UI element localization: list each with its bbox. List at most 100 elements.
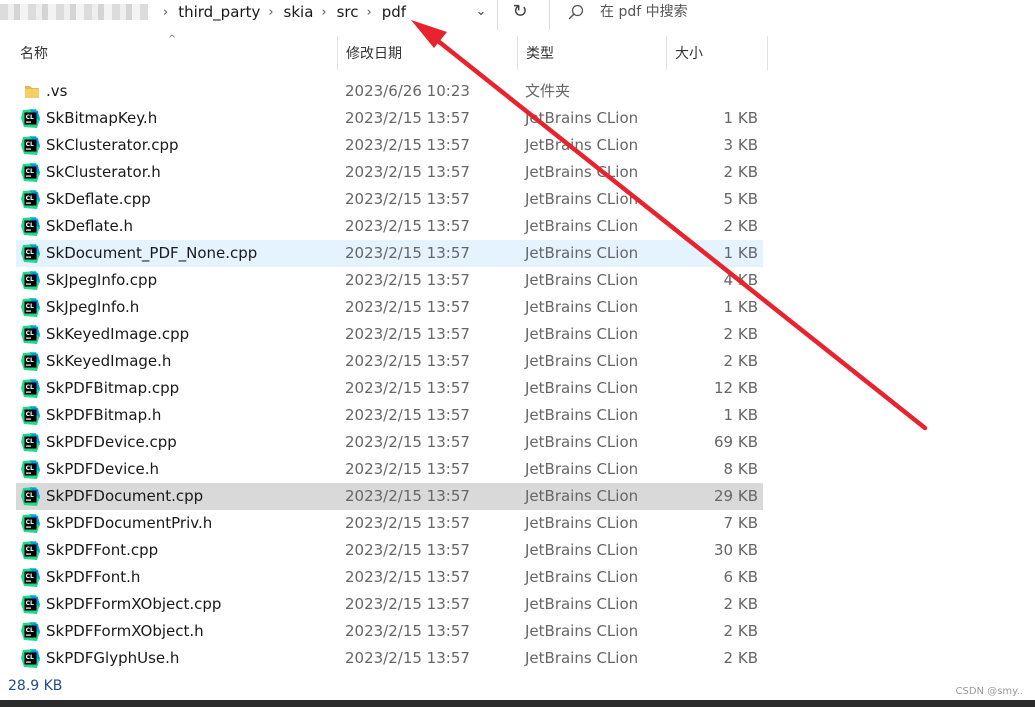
file-size: 8 KB <box>723 460 758 478</box>
breadcrumb-src[interactable]: src <box>337 3 359 21</box>
file-row[interactable]: CL SkPDFFormXObject.h 2023/2/15 13:57 JetBr… <box>16 618 763 645</box>
file-type: JetBrains CLion <box>525 406 639 424</box>
file-row[interactable]: CL SkPDFDocumentPriv.h 2023/2/15 13:57 JetB… <box>16 510 763 537</box>
clion-file-icon: CL <box>21 649 40 668</box>
file-row[interactable]: CL SkDeflate.h 2023/2/15 13:57 JetBrains CL… <box>16 213 763 240</box>
file-row[interactable]: CL SkPDFDevice.cpp 2023/2/15 13:57 JetBrain… <box>16 429 763 456</box>
file-type: JetBrains CLion <box>525 163 639 181</box>
file-name: SkClusterator.h <box>46 163 161 181</box>
file-name: SkPDFFormXObject.cpp <box>46 595 222 613</box>
svg-text:CL: CL <box>26 492 34 499</box>
file-modified-date: 2023/2/15 13:57 <box>345 271 470 289</box>
column-header-size[interactable]: 大小 <box>667 38 767 70</box>
file-row[interactable]: CL SkPDFFont.cpp 2023/2/15 13:57 JetBrains … <box>16 537 763 564</box>
file-type: JetBrains CLion <box>525 136 639 154</box>
file-type: JetBrains CLion <box>525 271 639 289</box>
column-header-name[interactable]: 名称 <box>12 38 337 70</box>
file-name: SkPDFDocument.cpp <box>46 487 204 505</box>
file-row[interactable]: CL SkPDFGlyphUse.h 2023/2/15 13:57 JetBrain… <box>16 645 763 672</box>
file-row[interactable]: CL SkPDFFormXObject.cpp 2023/2/15 13:57 Jet… <box>16 591 763 618</box>
file-row[interactable]: CL SkPDFBitmap.h 2023/2/15 13:57 JetBrains … <box>16 402 763 429</box>
file-modified-date: 2023/2/15 13:57 <box>345 460 470 478</box>
file-size: 30 KB <box>714 541 758 559</box>
file-name: SkPDFFont.h <box>46 568 141 586</box>
file-row[interactable]: CL SkClusterator.cpp 2023/2/15 13:57 JetBra… <box>16 132 763 159</box>
clion-file-icon: CL <box>21 568 40 587</box>
clion-file-icon: CL <box>21 460 40 479</box>
file-name: SkPDFDevice.cpp <box>46 433 177 451</box>
column-header-date[interactable]: 修改日期 <box>338 38 516 70</box>
file-name: SkPDFDevice.h <box>46 460 160 478</box>
search-input[interactable] <box>600 2 1000 22</box>
svg-text:CL: CL <box>26 249 34 256</box>
file-name: SkDocument_PDF_None.cpp <box>46 244 258 262</box>
file-type: JetBrains CLion <box>525 568 639 586</box>
clion-file-icon: CL <box>21 163 40 182</box>
file-type: 文件夹 <box>525 82 571 100</box>
file-size: 2 KB <box>723 352 758 370</box>
search-box[interactable] <box>550 0 1035 28</box>
breadcrumb-pdf[interactable]: pdf <box>382 3 406 21</box>
file-type: JetBrains CLion <box>525 298 639 316</box>
file-row[interactable]: CL SkDeflate.cpp 2023/2/15 13:57 JetBrains … <box>16 186 763 213</box>
file-type: JetBrains CLion <box>525 109 639 127</box>
chevron-down-icon[interactable]: ⌄ <box>472 3 490 21</box>
svg-text:CL: CL <box>26 330 34 337</box>
file-name: .vs <box>46 82 68 100</box>
svg-text:CL: CL <box>26 654 34 661</box>
breadcrumb-third-party[interactable]: third_party <box>178 3 260 21</box>
clion-file-icon: CL <box>21 244 40 263</box>
file-modified-date: 2023/2/15 13:57 <box>345 163 470 181</box>
svg-text:CL: CL <box>26 276 34 283</box>
taskbar-strip <box>0 700 1035 707</box>
file-modified-date: 2023/2/15 13:57 <box>345 649 470 667</box>
file-row[interactable]: CL SkClusterator.h 2023/2/15 13:57 JetBrain… <box>16 159 763 186</box>
file-name: SkPDFBitmap.h <box>46 406 162 424</box>
file-type: JetBrains CLion <box>525 217 639 235</box>
file-size: 6 KB <box>723 568 758 586</box>
file-row[interactable]: CL SkJpegInfo.cpp 2023/2/15 13:57 JetBrains… <box>16 267 763 294</box>
file-modified-date: 2023/2/15 13:57 <box>345 433 470 451</box>
svg-text:CL: CL <box>26 465 34 472</box>
file-size: 2 KB <box>723 595 758 613</box>
svg-text:CL: CL <box>26 600 34 607</box>
clion-file-icon: CL <box>21 514 40 533</box>
file-size: 2 KB <box>723 217 758 235</box>
refresh-icon[interactable]: ↻ <box>506 0 534 24</box>
file-row[interactable]: CL SkPDFFont.h 2023/2/15 13:57 JetBrains CL… <box>16 564 763 591</box>
file-size: 1 KB <box>723 109 758 127</box>
file-name: SkJpegInfo.cpp <box>46 271 158 289</box>
address-bar: › third_party › skia › src › pdf ⌄ ↻ <box>0 0 1035 30</box>
file-type: JetBrains CLion <box>525 433 639 451</box>
file-size: 2 KB <box>723 622 758 640</box>
file-size: 5 KB <box>723 190 758 208</box>
file-row[interactable]: CL SkDocument_PDF_None.cpp 2023/2/15 13:57… <box>16 240 763 267</box>
column-header-type[interactable]: 类型 <box>518 38 666 70</box>
file-size: 3 KB <box>723 136 758 154</box>
file-type: JetBrains CLion <box>525 460 639 478</box>
file-type: JetBrains CLion <box>525 244 639 262</box>
file-row[interactable]: CL SkPDFBitmap.cpp 2023/2/15 13:57 JetBrain… <box>16 375 763 402</box>
clion-file-icon: CL <box>21 325 40 344</box>
folder-icon <box>25 86 39 98</box>
file-modified-date: 2023/2/15 13:57 <box>345 244 470 262</box>
file-row[interactable]: CL SkPDFDevice.h 2023/2/15 13:57 JetBrains … <box>16 456 763 483</box>
file-name: SkPDFDocumentPriv.h <box>46 514 213 532</box>
file-name: SkPDFGlyphUse.h <box>46 649 180 667</box>
folder-row[interactable]: .vs 2023/6/26 10:23 文件夹 <box>16 78 763 105</box>
clion-file-icon: CL <box>21 109 40 128</box>
svg-text:CL: CL <box>26 384 34 391</box>
file-type: JetBrains CLion <box>525 190 639 208</box>
svg-text:CL: CL <box>26 141 34 148</box>
file-row[interactable]: CL SkKeyedImage.cpp 2023/2/15 13:57 JetBrai… <box>16 321 763 348</box>
column-divider[interactable] <box>767 36 768 70</box>
breadcrumb-separator: › <box>366 4 372 20</box>
file-size: 1 KB <box>723 244 758 262</box>
file-row[interactable]: CL SkPDFDocument.cpp 2023/2/15 13:57 JetBra… <box>16 483 763 510</box>
breadcrumb-skia[interactable]: skia <box>284 3 314 21</box>
file-row[interactable]: CL SkKeyedImage.h 2023/2/15 13:57 JetBrains… <box>16 348 763 375</box>
file-row[interactable]: CL SkBitmapKey.h 2023/2/15 13:57 JetBrains … <box>16 105 763 132</box>
file-row[interactable]: CL SkJpegInfo.h 2023/2/15 13:57 JetBrains C… <box>16 294 763 321</box>
file-name: SkPDFFont.cpp <box>46 541 159 559</box>
svg-text:CL: CL <box>26 519 34 526</box>
